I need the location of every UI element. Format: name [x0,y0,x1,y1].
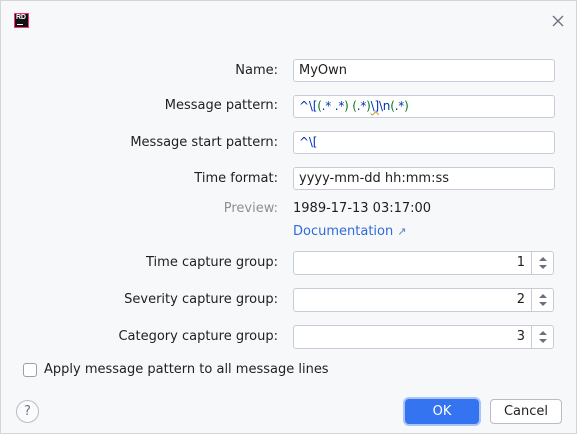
category-capture-group-value: 3 [516,329,525,344]
time-format-input[interactable] [293,167,555,190]
preview-value: 1989-17-13 03:17:00 [293,201,432,216]
message-pattern-input[interactable]: ^\[(.* .*) (.*)\]\n(.*) [293,95,555,118]
name-input[interactable] [293,59,555,82]
message-pattern-label: Message pattern: [164,98,278,113]
category-capture-group-label: Category capture group: [118,329,278,344]
regex-token: .* [356,99,367,113]
time-capture-group-value: 1 [516,255,525,270]
regex-token: \] [370,99,380,113]
severity-capture-group-label: Severity capture group: [124,292,278,307]
apply-all-lines-label: Apply message pattern to all message lin… [44,362,329,377]
regex-token: ) [344,99,349,113]
rider-logo-icon: RD [14,13,29,28]
regex-token: .* [394,99,405,113]
apply-all-lines-checkbox[interactable] [23,363,37,377]
time-capture-group-spinner[interactable]: 1 [293,251,554,275]
time-format-label: Time format: [194,171,278,186]
message-start-pattern-input[interactable]: ^\[ [293,131,555,154]
preview-label: Preview: [223,201,278,216]
regex-token: .* .* [321,99,345,113]
regex-token: \n [378,99,391,113]
cancel-button[interactable]: Cancel [490,399,562,424]
external-link-icon: ↗ [397,225,407,238]
category-capture-group-spinner[interactable]: 3 [293,325,554,349]
documentation-link[interactable]: Documentation ↗ [293,224,406,240]
spinner-arrows-icon[interactable] [531,289,553,311]
time-capture-group-label: Time capture group: [146,255,278,270]
severity-capture-group-value: 2 [516,292,525,307]
ok-button[interactable]: OK [405,399,479,424]
close-icon[interactable] [549,12,567,30]
logo-text: RD [16,14,26,21]
log-format-dialog: RD Name: Message pattern: ^\[(.* .*) (.*… [0,0,577,434]
name-label: Name: [235,63,278,78]
help-button[interactable]: ? [16,400,39,423]
regex-token: ^ [299,99,309,113]
message-start-pattern-value: ^\[ [299,135,318,149]
spinner-arrows-icon[interactable] [531,252,553,274]
regex-token: ) [404,99,409,113]
documentation-link-text: Documentation [293,224,394,239]
regex-token: \[ [308,99,318,113]
spinner-arrows-icon[interactable] [531,326,553,348]
message-start-pattern-label: Message start pattern: [130,135,278,150]
severity-capture-group-spinner[interactable]: 2 [293,288,554,312]
